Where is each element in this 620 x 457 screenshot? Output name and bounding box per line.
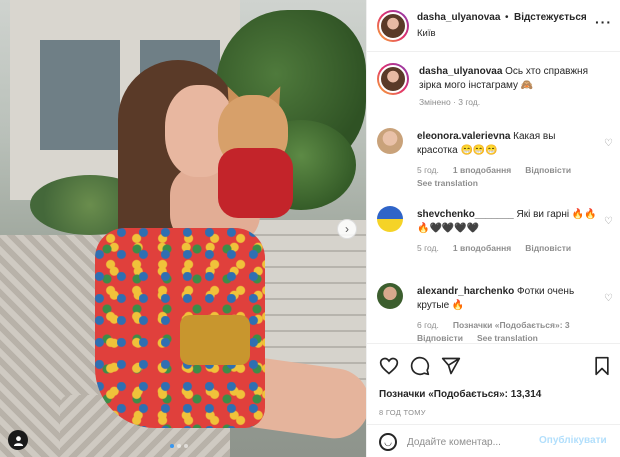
dog-red-coat [218, 148, 293, 218]
avatar[interactable] [377, 63, 409, 95]
caption: dasha_ulyanovaa Ось хто справжня зірка м… [377, 63, 613, 113]
avatar[interactable] [377, 206, 403, 232]
post-side-panel: dasha_ulyanovaa • Відстежується Київ ···… [366, 0, 620, 457]
more-options-icon[interactable]: ··· [595, 14, 612, 30]
post-time[interactable]: 8 ГОД ТОМУ [379, 408, 426, 417]
comment-item: alexandr_harchenko Фотки очень крутые 🔥 … [377, 283, 613, 345]
comment-likes[interactable]: 1 вподобання [453, 243, 511, 253]
avatar[interactable] [377, 10, 409, 42]
comment-meta: 5 год. 1 вподобання Відповісти [417, 165, 571, 175]
comment-username[interactable]: eleonora.valerievna [417, 131, 510, 142]
comment-meta: Відповісти See translation [417, 333, 538, 343]
add-comment-bar: ◡ Опублікувати [367, 424, 620, 457]
comment-time[interactable]: 5 год. [417, 243, 439, 253]
see-translation-link[interactable]: See translation [477, 333, 538, 343]
comment-likes[interactable]: Позначки «Подобається»: 3 [453, 320, 570, 330]
user-icon [13, 435, 23, 446]
reply-button[interactable]: Відповісти [525, 243, 571, 253]
comment-username[interactable]: alexandr_harchenko [417, 286, 514, 297]
bookmark-icon[interactable] [593, 356, 611, 376]
tagged-users-button[interactable] [8, 430, 28, 450]
comment-like-icon[interactable]: ♡ [604, 216, 613, 227]
reply-button[interactable]: Відповісти [525, 165, 571, 175]
emoji-icon[interactable]: ◡ [379, 433, 397, 451]
avatar[interactable] [377, 128, 403, 154]
comments-list: dasha_ulyanovaa Ось хто справжня зірка м… [367, 53, 620, 343]
carousel-next-button[interactable]: › [337, 219, 357, 239]
reply-button[interactable]: Відповісти [417, 333, 463, 343]
comment-like-icon[interactable]: ♡ [604, 293, 613, 304]
publish-button[interactable]: Опублікувати [539, 435, 607, 446]
avatar[interactable] [377, 283, 403, 309]
carousel-dot [184, 444, 188, 448]
comment-icon[interactable] [410, 356, 430, 376]
carousel-indicator [170, 444, 188, 448]
caption-meta: Змінено · 3 год. [419, 97, 481, 107]
caption-username[interactable]: dasha_ulyanovaa [419, 66, 502, 77]
comment-time[interactable]: 5 год. [417, 165, 439, 175]
post-header: dasha_ulyanovaa • Відстежується Київ ··· [367, 0, 620, 52]
comment-meta: 6 год. Позначки «Подобається»: 3 [417, 320, 570, 330]
see-translation-link[interactable]: See translation [417, 178, 478, 188]
comment-item: eleonora.valerievna Какая вы красотка 😁😁… [377, 128, 613, 188]
post-photo[interactable]: › [0, 0, 366, 457]
location-link[interactable]: Київ [417, 28, 436, 39]
carousel-dot [177, 444, 181, 448]
follow-status-button[interactable]: Відстежується [514, 12, 586, 23]
header-separator: • [505, 12, 509, 23]
comment-likes[interactable]: 1 вподобання [453, 165, 511, 175]
comment-time[interactable]: 6 год. [417, 320, 439, 330]
comment-input[interactable] [407, 433, 537, 451]
likes-count[interactable]: Позначки «Подобається»: 13,314 [379, 389, 541, 400]
carousel-dot [170, 444, 174, 448]
chevron-right-icon: › [345, 222, 349, 236]
post-actions: Позначки «Подобається»: 13,314 8 ГОД ТОМ… [367, 343, 620, 457]
send-icon[interactable] [441, 356, 461, 376]
yellow-handbag [180, 315, 250, 365]
comment-meta: 5 год. 1 вподобання Відповісти [417, 243, 571, 253]
comment-like-icon[interactable]: ♡ [604, 138, 613, 149]
heart-icon[interactable] [379, 356, 399, 376]
header-username[interactable]: dasha_ulyanovaa [417, 12, 500, 23]
comment-item: shevchenko_______ Які ви гарні 🔥🔥🔥🖤🖤🖤🖤 5… [377, 206, 613, 256]
comment-username[interactable]: shevchenko_______ [417, 209, 514, 220]
